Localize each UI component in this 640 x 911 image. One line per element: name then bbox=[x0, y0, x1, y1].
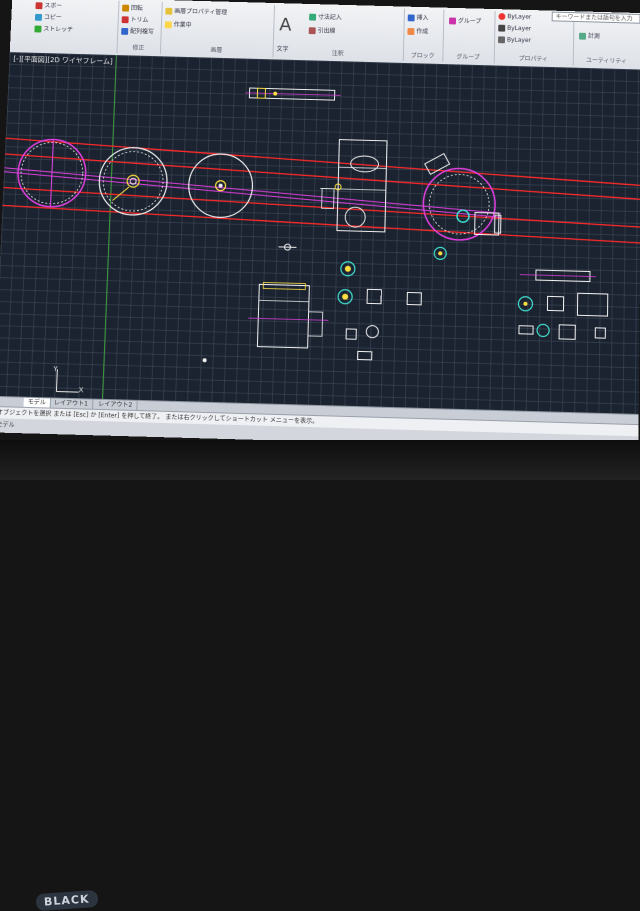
drawing-svg bbox=[0, 52, 640, 414]
ribbon-button-stretch[interactable]: ストレッチ bbox=[34, 24, 73, 34]
ribbon-button-group[interactable]: グループ bbox=[449, 16, 481, 26]
ribbon-button-array[interactable]: 配列複写 bbox=[121, 26, 154, 36]
ribbon-group-modify: 回転 トリム 配列複写 修正 bbox=[116, 1, 162, 55]
insert-icon bbox=[408, 14, 415, 21]
red-centerlines bbox=[2, 138, 640, 243]
ribbon-group-label: グループ bbox=[442, 51, 494, 61]
ribbon-select-lineweight[interactable]: ByLayer bbox=[498, 36, 531, 44]
ribbon-group-block: 挿入 作成 ブロック bbox=[403, 8, 445, 62]
ribbon-select-color[interactable]: ByLayer bbox=[498, 13, 531, 21]
ribbon-group-draw: スボー コピー ストレッチ bbox=[30, 0, 120, 53]
ribbon-group-label: ユーティリティ bbox=[573, 55, 640, 66]
ribbon-group-annotation: 文字 寸法記入 引出線 注釈 bbox=[272, 5, 405, 61]
drawing-canvas[interactable] bbox=[0, 52, 640, 414]
move-icon bbox=[35, 2, 42, 9]
ribbon-group-label: ブロック bbox=[403, 50, 443, 60]
ribbon-group-layers: 画層プロパティ管理 作業中 画層 bbox=[160, 2, 275, 58]
motor-assembly-drawing bbox=[247, 282, 329, 349]
ribbon-group-label: プロパティ bbox=[494, 53, 573, 64]
ribbon-button-create[interactable]: 作成 bbox=[407, 26, 428, 35]
create-icon bbox=[407, 28, 414, 35]
ucs-icon bbox=[56, 369, 79, 392]
group-icon bbox=[449, 17, 456, 24]
copy-icon bbox=[35, 14, 42, 21]
ribbon-button-insert[interactable]: 挿入 bbox=[408, 12, 429, 21]
array-icon bbox=[121, 28, 128, 35]
stretch-icon bbox=[34, 26, 41, 33]
ribbon-button-copy[interactable]: コピー bbox=[35, 12, 62, 21]
ribbon-group-groups: グループ グループ bbox=[442, 10, 495, 64]
linetype-icon bbox=[498, 25, 505, 32]
ribbon-button-dimension[interactable]: 寸法記入 bbox=[309, 12, 342, 22]
ribbon-group-label: 修正 bbox=[117, 42, 161, 52]
shaft-top-view bbox=[245, 88, 340, 100]
monitor-brand-logo: BLACK bbox=[35, 890, 98, 911]
ribbon-group-label: 注釈 bbox=[272, 47, 403, 59]
dimension-icon bbox=[309, 14, 316, 21]
lightbulb-icon bbox=[165, 21, 172, 28]
y-axis-line bbox=[102, 55, 116, 399]
ucs-y-label: Y bbox=[53, 365, 58, 373]
ribbon-button-layer-properties[interactable]: 画層プロパティ管理 bbox=[165, 6, 227, 16]
housing-drawing bbox=[319, 139, 387, 232]
ribbon-button-trim[interactable]: トリム bbox=[122, 14, 149, 23]
ribbon-button-rotate[interactable]: 回転 bbox=[122, 3, 143, 12]
lineweight-icon bbox=[498, 36, 505, 43]
search-input[interactable]: キーワードまたは語句を入力 bbox=[552, 12, 640, 24]
measure-icon bbox=[579, 33, 586, 40]
ribbon-button-measure[interactable]: 計測 bbox=[579, 31, 600, 40]
ribbon-button-leader[interactable]: 引出線 bbox=[309, 25, 336, 34]
ribbon-select-linetype[interactable]: ByLayer bbox=[498, 25, 531, 33]
monitor-screen: スボー コピー ストレッチ 回転 トリム 配列複写 修正 画層プロパティ管理 作… bbox=[0, 0, 640, 451]
layer-icon bbox=[165, 8, 172, 15]
color-wheel-icon bbox=[498, 13, 505, 20]
ribbon-button-layer-current[interactable]: 作業中 bbox=[165, 19, 192, 28]
trim-icon bbox=[122, 16, 129, 23]
rotate-icon bbox=[122, 5, 129, 12]
bearing-drawings bbox=[336, 289, 421, 362]
monitor-bezel: BLACK bbox=[0, 440, 640, 480]
right-part-drawings bbox=[518, 270, 608, 341]
leader-icon bbox=[309, 27, 316, 34]
ribbon-group-label: 画層 bbox=[160, 44, 273, 56]
pump-casing-drawing bbox=[423, 153, 502, 241]
ucs-x-label: X bbox=[78, 386, 83, 394]
flange-drawing-1 bbox=[17, 139, 88, 208]
ribbon-button-move[interactable]: スボー bbox=[35, 0, 62, 9]
